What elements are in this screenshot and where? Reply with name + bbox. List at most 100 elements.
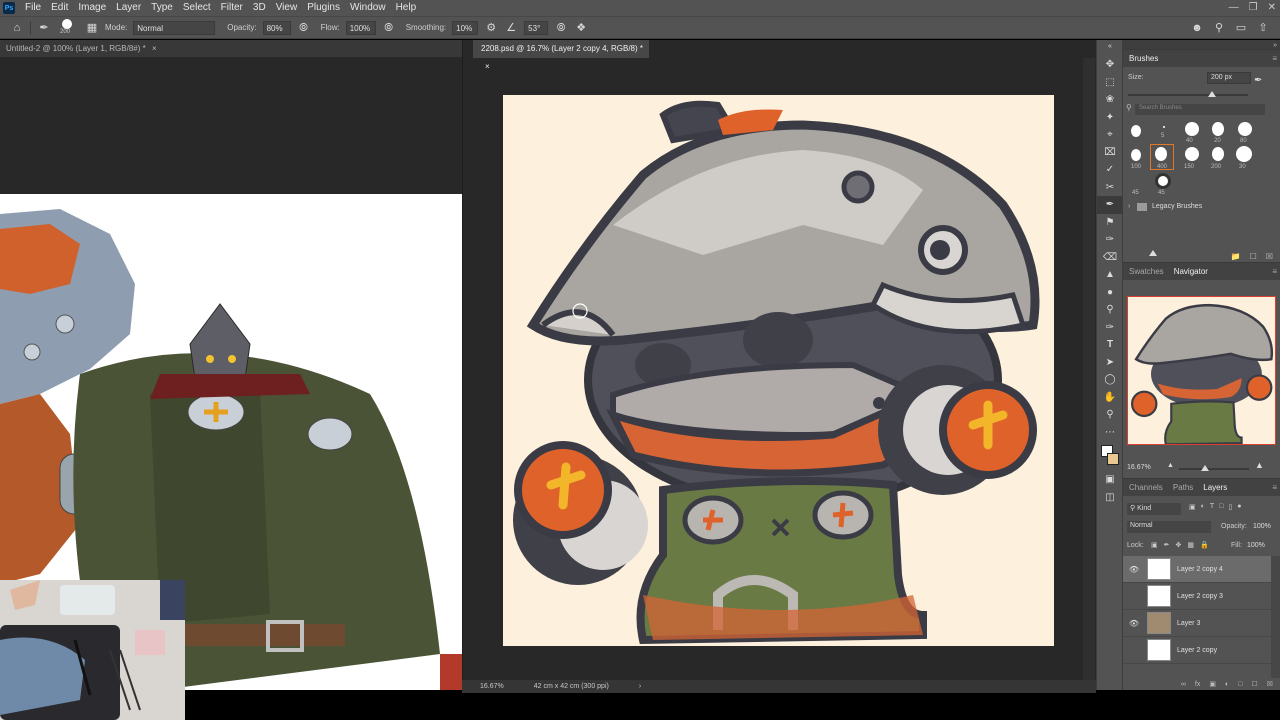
opacity-field[interactable]: 80% (262, 20, 291, 35)
tab-navigator[interactable]: Navigator (1174, 267, 1208, 276)
add-mask-icon[interactable]: ▣ (1209, 680, 1216, 688)
restore-icon[interactable]: ❐ (1249, 0, 1258, 16)
lasso-tool-icon[interactable]: ❀ (1097, 91, 1123, 109)
collapse-toolbar-icon[interactable]: « (1097, 40, 1123, 56)
blend-mode-select[interactable]: Normal (1127, 521, 1211, 533)
tab-brushes[interactable]: Brushes (1129, 54, 1158, 63)
blur-tool-icon[interactable]: ● (1097, 284, 1123, 302)
brush-tip-settings-icon[interactable]: ✒ (1254, 75, 1268, 89)
shape-filter-icon[interactable]: □ (1219, 503, 1223, 511)
type-tool-icon[interactable]: T (1097, 336, 1123, 354)
zoom-tool-icon[interactable]: ⚲ (1097, 406, 1123, 424)
brush-preset-4[interactable] (1238, 122, 1252, 136)
lock-artboard-icon[interactable]: ▦ (1187, 541, 1194, 549)
smoothing-field[interactable]: 10% (452, 20, 479, 35)
mode-select[interactable]: Normal (133, 20, 216, 35)
delete-brush-icon[interactable]: ☒ (1266, 252, 1273, 261)
tab-layers[interactable]: Layers (1203, 483, 1227, 492)
navigator-zoom-slider[interactable] (1179, 468, 1249, 470)
minimize-icon[interactable]: — (1229, 0, 1239, 16)
menu-layer[interactable]: Layer (112, 0, 147, 16)
workspace-icon[interactable]: ▭ (1234, 21, 1248, 35)
brush-preset-10[interactable] (1155, 173, 1171, 189)
brush-preset-9[interactable] (1236, 146, 1252, 162)
eye-hidden-icon[interactable] (1127, 592, 1141, 601)
type-filter-icon[interactable]: T (1210, 503, 1214, 511)
background-color-swatch[interactable] (1107, 453, 1119, 465)
layer-row[interactable]: 👁 Layer 3 (1123, 610, 1271, 637)
brush-preset-8[interactable] (1212, 147, 1224, 161)
menu-file[interactable]: File (21, 0, 47, 16)
pressure-opacity-icon[interactable]: ⦾ (297, 21, 311, 35)
navigator-zoom-field[interactable]: 16.67% (1127, 464, 1151, 471)
new-brush-icon[interactable]: ☐ (1250, 252, 1257, 261)
chevron-right-icon[interactable]: › (1128, 203, 1130, 210)
tab-swatches[interactable]: Swatches (1129, 267, 1164, 276)
pixel-filter-icon[interactable]: ▣ (1189, 503, 1196, 511)
brush-preset-2[interactable] (1185, 122, 1199, 136)
adjustment-layer-icon[interactable]: ◐ (1225, 681, 1229, 688)
brush-preset-6[interactable] (1155, 147, 1167, 161)
brush-preset-0[interactable] (1131, 125, 1141, 137)
magic-wand-tool-icon[interactable]: ✦ (1097, 109, 1123, 127)
layer-row[interactable]: Layer 2 copy (1123, 637, 1271, 664)
layer-row[interactable]: Layer 2 copy 3 (1123, 583, 1271, 610)
brush-tool-icon[interactable]: ✒ (37, 21, 51, 35)
menu-select[interactable]: Select (179, 0, 217, 16)
pressure-size-icon[interactable]: ⦾ (554, 21, 568, 35)
zoom-out-icon[interactable]: ▲ (1167, 462, 1174, 469)
eyedropper-tool-icon[interactable]: ✓ (1097, 161, 1123, 179)
gear-icon[interactable]: ⚙ (484, 21, 498, 35)
panel-menu-icon[interactable]: ≡ (1272, 267, 1277, 276)
delete-layer-icon[interactable]: ☒ (1267, 680, 1273, 688)
hand-tool-icon[interactable]: ✋ (1097, 389, 1123, 407)
quick-mask-icon[interactable]: ▣ (1097, 471, 1123, 489)
close-tab-icon[interactable]: × (485, 62, 490, 71)
brush-settings-icon[interactable]: ▦ (85, 21, 99, 35)
layer-row[interactable]: 👁 Layer 2 copy 4 (1123, 556, 1271, 583)
lock-all-icon[interactable]: 🔒 (1200, 541, 1209, 549)
tab-untitled-2[interactable]: Untitled-2 @ 100% (Layer 1, RGB/8#) * × (0, 40, 462, 58)
menu-help[interactable]: Help (392, 0, 423, 16)
menu-edit[interactable]: Edit (47, 0, 74, 16)
eye-icon[interactable]: 👁 (1127, 619, 1141, 628)
brush-search-input[interactable]: Search Brushes (1135, 104, 1265, 115)
clone-stamp-tool-icon[interactable]: ⚑ (1097, 214, 1123, 232)
eye-hidden-icon[interactable] (1127, 646, 1141, 655)
menu-window[interactable]: Window (346, 0, 392, 16)
flow-field[interactable]: 100% (345, 20, 376, 35)
paint-bucket-tool-icon[interactable]: ▲ (1097, 266, 1123, 284)
smart-object-filter-icon[interactable]: ▯ (1228, 503, 1232, 511)
crop-tool-icon[interactable]: ⌖ (1097, 126, 1123, 144)
panel-menu-icon[interactable]: ≡ (1272, 54, 1277, 63)
menu-plugins[interactable]: Plugins (303, 0, 346, 16)
adjustment-filter-icon[interactable]: ◐ (1201, 503, 1205, 511)
preview-size-slider[interactable] (1149, 250, 1157, 256)
layers-scrollbar[interactable] (1271, 556, 1280, 678)
tab-2208-psd[interactable]: 2208.psd @ 16.7% (Layer 2 copy 4, RGB/8)… (473, 40, 649, 71)
search-icon[interactable]: ⚲ (1212, 21, 1226, 35)
eye-icon[interactable]: 👁 (1127, 565, 1141, 574)
ellipse-tool-icon[interactable]: ◯ (1097, 371, 1123, 389)
screen-mode-icon[interactable]: ◫ (1097, 489, 1123, 507)
brush-tool-icon[interactable]: ✒ (1097, 196, 1123, 214)
menu-type[interactable]: Type (147, 0, 179, 16)
brush-size-field[interactable]: 200 px (1207, 72, 1251, 84)
tab-paths[interactable]: Paths (1173, 483, 1193, 492)
move-tool-icon[interactable]: ✥ (1097, 56, 1123, 74)
airbrush-icon[interactable]: ⦾ (382, 21, 396, 35)
new-group-icon[interactable]: □ (1238, 681, 1242, 688)
home-icon[interactable]: ⌂ (10, 21, 24, 35)
frame-tool-icon[interactable]: ⌧ (1097, 144, 1123, 162)
dodge-tool-icon[interactable]: ⚲ (1097, 301, 1123, 319)
navigator-preview[interactable] (1127, 296, 1276, 445)
lock-position-icon[interactable]: ✥ (1176, 541, 1182, 549)
eraser-tool-icon[interactable]: ⌫ (1097, 249, 1123, 267)
brush-preset-1[interactable] (1163, 126, 1165, 128)
fill-field[interactable]: 100% (1247, 542, 1265, 549)
marquee-tool-icon[interactable]: ⬚ (1097, 74, 1123, 92)
close-icon[interactable]: ✕ (1268, 0, 1276, 16)
healing-brush-tool-icon[interactable]: ✂ (1097, 179, 1123, 197)
symmetry-icon[interactable]: ❖ (574, 21, 588, 35)
menu-3d[interactable]: 3D (249, 0, 272, 16)
